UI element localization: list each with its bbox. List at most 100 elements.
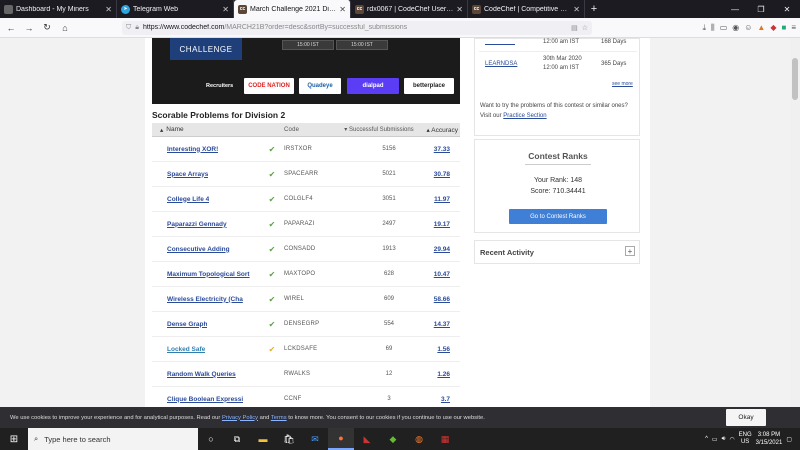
file-explorer-icon[interactable]: ▬ <box>250 428 276 450</box>
problem-name-link[interactable]: Space Arrays <box>167 171 208 178</box>
problem-name-link[interactable]: Locked Safe <box>167 346 205 353</box>
practice-section-link[interactable]: Practice Section <box>503 113 546 119</box>
contest-time: 12:00 am IST <box>543 65 580 71</box>
volume-icon[interactable]: 🔊︎ <box>722 436 726 443</box>
reader-view-icon[interactable]: ▤ <box>571 24 578 32</box>
task-view-icon[interactable]: ⧉ <box>224 428 250 450</box>
problem-name-link[interactable]: College Life 4 <box>167 196 209 203</box>
new-tab-button[interactable]: + <box>585 0 603 18</box>
go-to-ranks-button[interactable]: Go to Contest Ranks <box>509 209 607 224</box>
problem-name-link[interactable]: Consecutive Adding <box>167 246 230 253</box>
accuracy-link[interactable]: 29.94 <box>434 246 450 253</box>
minimize-icon[interactable]: — <box>722 0 748 18</box>
close-icon[interactable]: ✕ <box>339 5 346 14</box>
tab-title: CodeChef | Competitive Progra <box>484 5 571 13</box>
successful-submissions: 609 <box>383 296 394 302</box>
blender-icon[interactable]: ◍ <box>406 428 432 450</box>
forward-icon[interactable]: → <box>22 21 36 35</box>
page-icon <box>4 4 13 14</box>
windows-start-icon[interactable]: ⊞ <box>0 434 28 445</box>
account-icon[interactable]: ☺ <box>744 23 752 32</box>
tab-user-profile[interactable]: cc rdx0067 | CodeChef User Profil ✕ <box>351 0 468 18</box>
mail-icon[interactable]: ✉ <box>302 428 328 450</box>
header-accuracy[interactable]: ▴ Accuracy <box>420 126 460 134</box>
table-row: Dense Graph ✔ DENSEGRP 554 14.37 <box>152 312 460 337</box>
clock[interactable]: 3:08 PM 3/15/2021 <box>756 431 783 447</box>
close-icon[interactable]: ✕ <box>222 5 229 14</box>
accuracy-link[interactable]: 14.37 <box>434 321 450 328</box>
privacy-policy-link[interactable]: Privacy Policy <box>222 415 258 421</box>
app-icon[interactable]: ▦ <box>432 428 458 450</box>
problem-name-link[interactable]: Maximum Topological Sort <box>167 271 250 278</box>
close-window-icon[interactable]: ✕ <box>774 0 800 18</box>
sidebar-icon[interactable]: ▭ <box>720 23 728 32</box>
cortana-icon[interactable]: ○ <box>198 428 224 450</box>
tab-march-challenge[interactable]: cc March Challenge 2021 Division ✕ <box>234 0 351 18</box>
accuracy-link[interactable]: 58.66 <box>434 296 450 303</box>
accuracy-link[interactable]: 3.7 <box>441 396 450 403</box>
accuracy-link[interactable]: 30.78 <box>434 171 450 178</box>
expand-icon[interactable]: + <box>625 246 635 256</box>
problem-name-link[interactable]: Clique Boolean Expressi <box>167 396 243 403</box>
home-icon[interactable]: ⌂ <box>58 21 72 35</box>
problem-name-link[interactable]: Interesting XOR! <box>167 146 218 153</box>
lock-icon[interactable]: 🔒︎ <box>135 24 139 32</box>
tab-telegram[interactable]: ➤ Telegram Web ✕ <box>117 0 234 18</box>
cookie-banner: We use cookies to improve your experienc… <box>0 407 800 428</box>
problem-name-link[interactable]: Wireless Electricity (Cha <box>167 296 243 303</box>
reload-icon[interactable]: ↻ <box>40 21 54 35</box>
firefox-icon[interactable]: ● <box>328 428 354 450</box>
contest-link-learndsa[interactable]: LEARNDSA <box>485 61 517 67</box>
logo-quadeye: Quadeye <box>299 78 341 94</box>
successful-submissions: 3 <box>387 396 391 402</box>
header-name[interactable]: ▴ Name <box>152 126 260 134</box>
app-icon[interactable]: ◆ <box>380 428 406 450</box>
app-icon[interactable]: ◣ <box>354 428 380 450</box>
metamask-icon[interactable]: ▲ <box>757 23 765 32</box>
store-icon[interactable]: 🛍︎ <box>276 428 302 450</box>
address-bar[interactable]: ⛉ 🔒︎ https://www.codechef.com/MARCH21B?o… <box>122 20 592 35</box>
menu-icon[interactable]: ≡ <box>791 23 796 32</box>
accuracy-link[interactable]: 10.47 <box>434 271 450 278</box>
logo-dialpad: dialpad <box>347 78 399 94</box>
cookie-okay-button[interactable]: Okay <box>726 409 766 426</box>
successful-submissions: 554 <box>383 321 394 327</box>
terms-link[interactable]: Terms <box>271 415 287 421</box>
accuracy-link[interactable]: 1.56 <box>437 346 450 353</box>
tab-codechef-home[interactable]: cc CodeChef | Competitive Progra ✕ <box>468 0 585 18</box>
shield-icon[interactable]: ⛉ <box>126 24 131 32</box>
successful-submissions: 628 <box>383 271 394 277</box>
header-submissions[interactable]: ▾ Successful Submissions <box>338 126 420 133</box>
extension-icon[interactable]: ◉ <box>732 23 739 32</box>
download-icon[interactable]: ⤓ <box>702 23 706 33</box>
notification-icon[interactable]: ▢ <box>786 436 792 443</box>
accuracy-link[interactable]: 11.97 <box>434 196 450 203</box>
problem-name-link[interactable]: Paparazzi Gennady <box>167 221 227 228</box>
chevron-up-icon[interactable]: ^ <box>705 436 708 442</box>
close-icon[interactable]: ✕ <box>105 5 112 14</box>
language-indicator[interactable]: ENG US <box>739 432 752 446</box>
accuracy-link[interactable]: 1.26 <box>437 371 450 378</box>
check-icon: ✔ <box>268 169 276 179</box>
problem-name-link[interactable]: Dense Graph <box>167 321 207 328</box>
bookmark-star-icon[interactable]: ☆ <box>582 24 588 32</box>
accuracy-link[interactable]: 19.17 <box>434 221 450 228</box>
accuracy-link[interactable]: 37.33 <box>434 146 450 153</box>
wifi-icon[interactable]: ◠ <box>729 436 734 443</box>
close-icon[interactable]: ✕ <box>456 5 463 14</box>
tab-dashboard[interactable]: Dashboard - My Miners ✕ <box>0 0 117 18</box>
library-icon[interactable]: ⫼ <box>711 23 715 33</box>
back-icon[interactable]: ← <box>4 21 18 35</box>
page-scrollbar[interactable] <box>790 38 800 410</box>
extension-icon[interactable]: ◆ <box>770 23 776 32</box>
close-icon[interactable]: ✕ <box>573 5 580 14</box>
extension-icon[interactable]: ■ <box>781 23 786 32</box>
maximize-icon[interactable]: ❐ <box>748 0 774 18</box>
contest-link[interactable] <box>485 39 515 45</box>
problem-name-link[interactable]: Random Walk Queries <box>167 371 236 378</box>
see-more-link[interactable]: see more <box>612 81 633 87</box>
taskbar-search-box[interactable]: ⌕ Type here to search <box>28 428 198 450</box>
successful-submissions: 5156 <box>382 146 396 152</box>
network-icon[interactable]: ▭ <box>712 436 718 443</box>
scrollbar-thumb[interactable] <box>792 58 798 100</box>
